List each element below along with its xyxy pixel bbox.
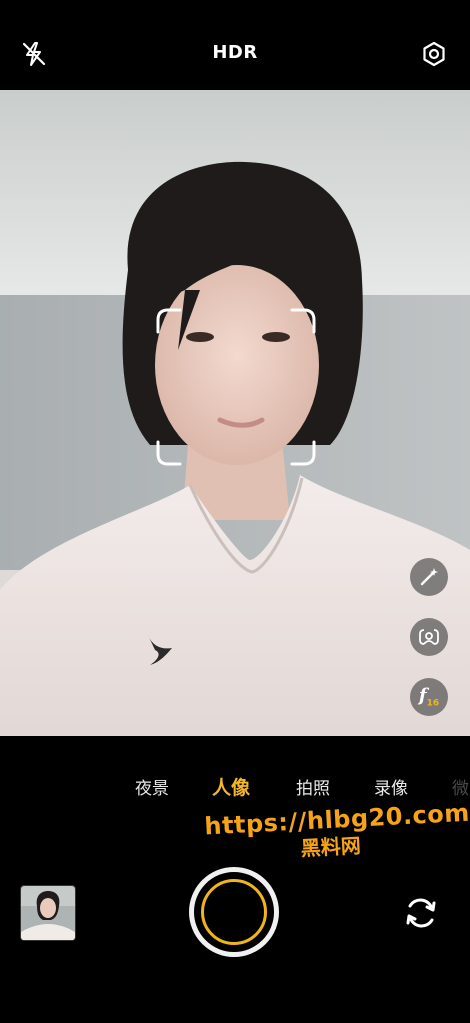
mode-video[interactable]: 录像: [374, 774, 408, 799]
aperture-f: f: [418, 685, 427, 707]
mode-photo[interactable]: 拍照: [296, 774, 330, 799]
camera-mode-selector: 夜景 人像 拍照 录像 微: [0, 774, 470, 802]
bottom-bar: [0, 860, 470, 970]
magic-wand-icon-graphic: [420, 568, 438, 586]
watermark: https://hlbg20.com 黑料网: [204, 799, 470, 864]
mode-night[interactable]: 夜景: [135, 774, 169, 799]
side-controls: f16: [410, 558, 450, 736]
gallery-thumbnail[interactable]: [20, 885, 76, 941]
shutter-inner-ring: [201, 879, 267, 945]
gear-icon-graphic: [423, 41, 445, 67]
portrait-lighting-icon-graphic: [419, 629, 439, 645]
camera-switch-icon[interactable]: [400, 892, 442, 934]
aperture-value: 16: [426, 698, 440, 709]
camera-switch-icon-graphic: [406, 898, 436, 928]
magic-wand-icon[interactable]: [410, 558, 448, 596]
portrait-lighting-icon[interactable]: [410, 618, 448, 656]
face-focus-frame: [156, 308, 316, 466]
aperture-icon[interactable]: f16: [410, 678, 448, 716]
hdr-toggle[interactable]: HDR: [0, 42, 470, 63]
shutter-button[interactable]: [189, 867, 279, 957]
mode-more[interactable]: 微: [452, 774, 469, 799]
camera-viewfinder[interactable]: f16: [0, 90, 470, 736]
mode-portrait[interactable]: 人像: [212, 773, 250, 800]
top-bar: HDR: [0, 0, 470, 90]
gallery-thumbnail-image: [21, 886, 75, 940]
gear-icon[interactable]: [416, 36, 452, 72]
aperture-label: f16: [419, 685, 439, 709]
